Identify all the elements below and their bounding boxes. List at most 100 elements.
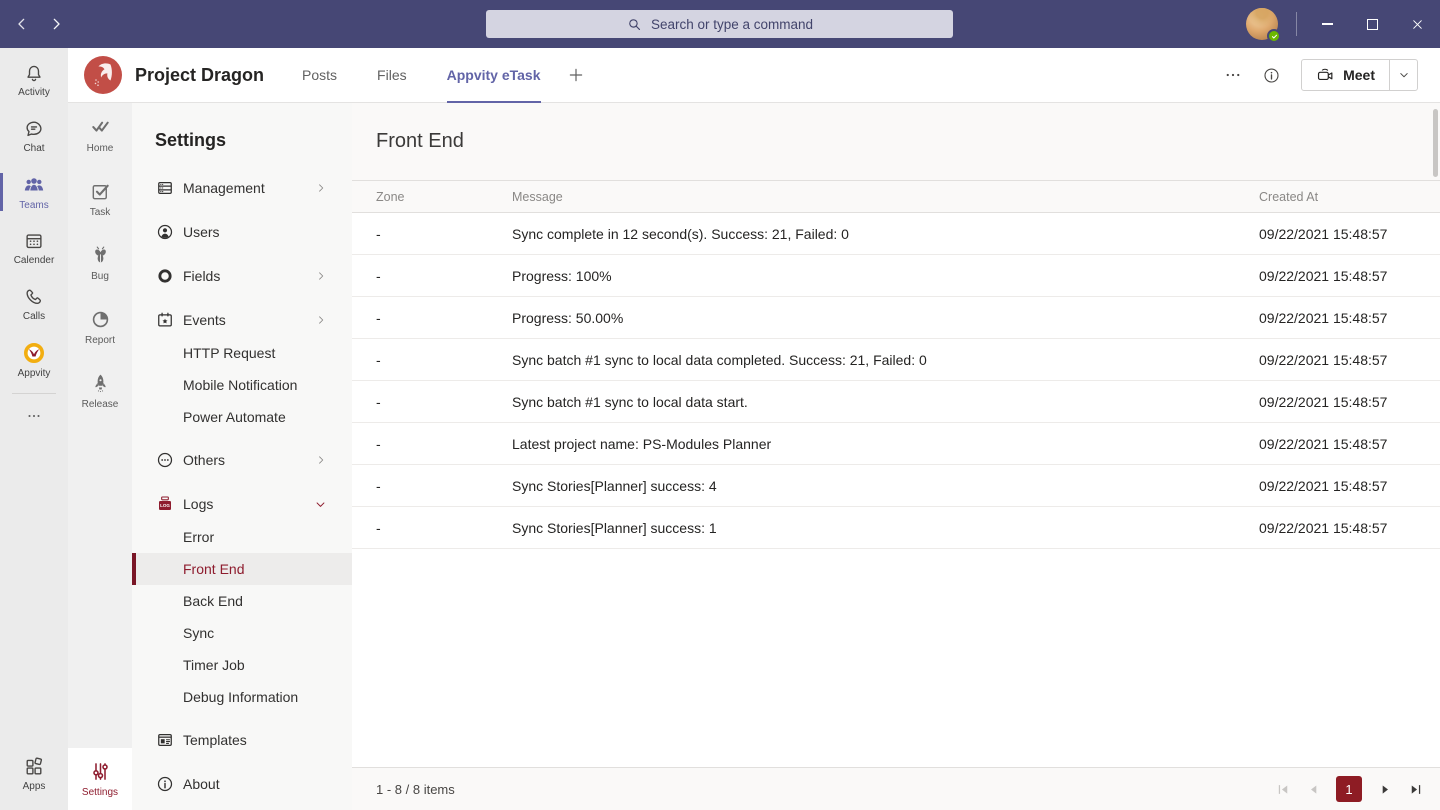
chevron-right-icon [314,269,328,283]
table-row[interactable]: - Progress: 100% 09/22/2021 15:48:57 [352,255,1440,297]
search-input[interactable]: Search or type a command [486,10,953,38]
etask-rail-report[interactable]: Report [68,295,132,359]
etask-rail-settings[interactable]: Settings [68,748,132,810]
cell-created-at: 09/22/2021 15:48:57 [1259,394,1440,410]
nav-item-management[interactable]: Management [132,166,352,210]
table-row[interactable]: - Latest project name: PS-Modules Planne… [352,423,1440,465]
cell-created-at: 09/22/2021 15:48:57 [1259,310,1440,326]
cell-zone: - [376,352,512,368]
chevron-right-icon [314,453,328,467]
table-row[interactable]: - Sync Stories[Planner] success: 4 09/22… [352,465,1440,507]
nav-item-debug-information[interactable]: Debug Information [132,681,352,713]
first-page-icon [1276,782,1291,797]
main-content: Front End Zone Message Created At - Sync… [352,103,1440,810]
column-header-created-at[interactable]: Created At [1259,190,1440,204]
tab-appvity-etask[interactable]: Appvity eTask [447,48,541,103]
meet-button[interactable]: Meet [1302,60,1389,90]
rail-item-appvity[interactable]: Appvity [0,332,68,388]
rail-item-label: Teams [19,200,48,211]
logs-icon: LOG [155,494,175,514]
table-row[interactable]: - Sync batch #1 sync to local data compl… [352,339,1440,381]
svg-text:LOG: LOG [160,503,170,508]
cell-zone: - [376,478,512,494]
nav-item-users[interactable]: Users [132,210,352,254]
prev-page-button[interactable] [1304,780,1322,798]
settings-nav-title: Settings [155,127,352,154]
table-row[interactable]: - Sync complete in 12 second(s). Success… [352,213,1440,255]
rail-item-label: Calls [23,311,45,322]
meet-dropdown-button[interactable] [1389,60,1417,90]
back-button[interactable] [12,10,32,38]
nav-item-mobile-notification[interactable]: Mobile Notification [132,369,352,401]
pagination-summary: 1 - 8 / 8 items [376,782,455,797]
nav-item-logs[interactable]: LOG Logs [132,482,352,526]
close-button[interactable] [1395,0,1440,48]
table-header: Zone Message Created At [352,180,1440,213]
cell-zone: - [376,268,512,284]
nav-item-about[interactable]: About [132,762,352,806]
cell-zone: - [376,310,512,326]
search-icon [626,16,643,33]
nav-item-sync[interactable]: Sync [132,617,352,649]
tab-posts[interactable]: Posts [302,48,337,103]
add-tab-button[interactable] [567,66,585,84]
vertical-scrollbar[interactable] [1433,109,1438,177]
nav-item-http-request[interactable]: HTTP Request [132,337,352,369]
nav-item-front-end[interactable]: Front End [132,553,352,585]
next-page-button[interactable] [1376,780,1394,798]
nav-item-fields[interactable]: Fields [132,254,352,298]
more-apps-button[interactable] [0,399,68,433]
nav-item-others[interactable]: Others [132,438,352,482]
release-icon [89,372,112,395]
etask-rail-bug[interactable]: Bug [68,231,132,295]
etask-rail-home[interactable]: Home [68,103,132,167]
rail-item-apps[interactable]: Apps [0,746,68,802]
table-row[interactable]: - Sync batch #1 sync to local data start… [352,381,1440,423]
cell-created-at: 09/22/2021 15:48:57 [1259,478,1440,494]
cell-message: Sync Stories[Planner] success: 4 [512,478,1259,494]
column-header-message[interactable]: Message [512,190,1259,204]
channel-tabs: Posts Files Appvity eTask [302,48,540,103]
sliders-icon [89,760,112,783]
etask-rail-task[interactable]: Task [68,167,132,231]
rail-item-chat[interactable]: Chat [0,108,68,164]
minimize-button[interactable] [1305,0,1350,48]
cell-message: Sync batch #1 sync to local data start. [512,394,1259,410]
nav-item-error[interactable]: Error [132,521,352,553]
available-check-icon [1267,29,1281,43]
phone-icon [23,286,45,308]
nav-item-power-automate[interactable]: Power Automate [132,401,352,433]
minimize-icon [1322,23,1333,25]
rail-item-label: Calender [14,255,55,266]
cell-message: Sync complete in 12 second(s). Success: … [512,226,1259,242]
etask-rail-release[interactable]: Release [68,359,132,423]
user-avatar[interactable] [1246,8,1278,40]
nav-item-events[interactable]: Events [132,298,352,342]
nav-item-back-end[interactable]: Back End [132,585,352,617]
forward-button[interactable] [46,10,66,38]
last-page-button[interactable] [1406,780,1424,798]
meet-button-label: Meet [1343,67,1375,83]
users-icon [155,222,175,242]
first-page-button[interactable] [1274,780,1292,798]
cell-zone: - [376,520,512,536]
cell-created-at: 09/22/2021 15:48:57 [1259,436,1440,452]
rail-item-teams[interactable]: Teams [0,164,68,220]
nav-item-timer-job[interactable]: Timer Job [132,649,352,681]
page-number-button[interactable]: 1 [1336,776,1362,802]
tab-files[interactable]: Files [377,48,407,103]
rail-item-calls[interactable]: Calls [0,276,68,332]
maximize-button[interactable] [1350,0,1395,48]
column-header-zone[interactable]: Zone [376,190,512,204]
rail-item-activity[interactable]: Activity [0,52,68,108]
rail-item-calender[interactable]: Calender [0,220,68,276]
channel-info-button[interactable] [1262,66,1281,85]
table-row[interactable]: - Sync Stories[Planner] success: 1 09/22… [352,507,1440,549]
table-row[interactable]: - Progress: 50.00% 09/22/2021 15:48:57 [352,297,1440,339]
cell-created-at: 09/22/2021 15:48:57 [1259,226,1440,242]
more-options-button[interactable] [1224,66,1242,84]
rail-item-label: Apps [23,781,46,792]
rail-item-label: Appvity [18,368,51,379]
nav-item-templates[interactable]: Templates [132,718,352,762]
etask-rail-label: Report [85,335,115,346]
